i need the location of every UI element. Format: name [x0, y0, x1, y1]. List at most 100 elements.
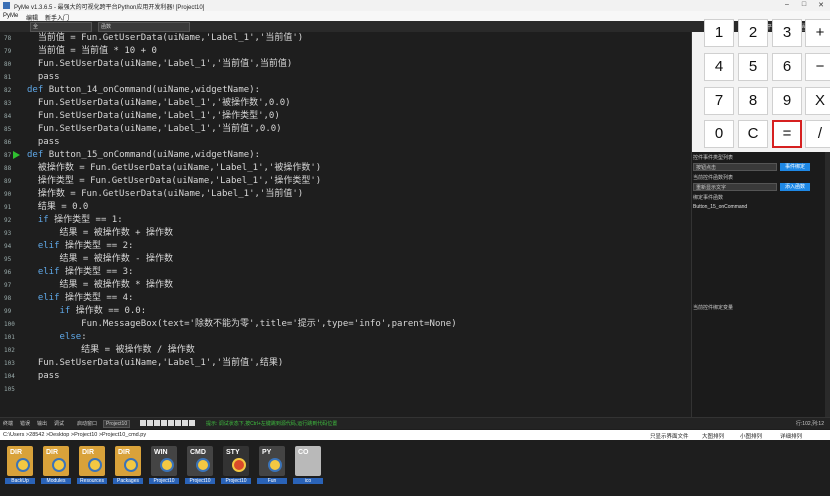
file-item[interactable]: DIR Resources: [77, 444, 107, 486]
event-type-select[interactable]: 按钮点击: [693, 163, 777, 171]
line-number: 98: [4, 295, 12, 302]
code-line[interactable]: pass: [27, 370, 60, 383]
minimize-button[interactable]: –: [780, 1, 794, 9]
code-line[interactable]: 操作数 = Fun.GetUserData(uiName,'Label_1','…: [27, 188, 303, 201]
code-line[interactable]: pass: [27, 71, 60, 84]
code-text: :: [81, 332, 87, 342]
code-line[interactable]: Fun.SetUserData(uiName,'Label_1','当前值',0…: [27, 123, 282, 136]
code-line[interactable]: if 操作类型 == 1:: [27, 214, 123, 227]
code-text: Fun.SetUserData(uiName,'Label_1','当前值',结…: [27, 358, 284, 368]
view-details[interactable]: 详细排列: [780, 432, 802, 440]
debug-start-icon[interactable]: [140, 420, 146, 426]
function-select-value: 函数: [101, 24, 112, 30]
step-over-icon[interactable]: [161, 420, 167, 426]
target-select[interactable]: Project10: [103, 420, 131, 428]
calc-key-7[interactable]: −: [805, 53, 830, 81]
code-line[interactable]: elif 操作类型 == 2:: [27, 240, 134, 253]
step-into-icon[interactable]: [168, 420, 174, 426]
code-line[interactable]: 当前值 = 当前值 * 10 + 0: [27, 45, 157, 58]
calc-key-13[interactable]: C: [738, 120, 768, 148]
file-item[interactable]: STY Project10: [221, 444, 251, 486]
code-editor[interactable]: 当前值 = Fun.GetUserData(uiName,'Label_1','…: [27, 32, 691, 417]
line-number: 83: [4, 100, 12, 107]
clear-icon[interactable]: [189, 420, 195, 426]
code-line[interactable]: 结果 = 0.0: [27, 201, 89, 214]
code-line[interactable]: 当前值 = Fun.GetUserData(uiName,'Label_1','…: [27, 32, 303, 45]
file-item[interactable]: DIR BackUp: [5, 444, 35, 486]
calc-key-2[interactable]: 3: [772, 19, 802, 47]
file-emblem-icon: [268, 458, 282, 472]
func-select[interactable]: 重新显示文字: [693, 183, 777, 191]
function-select[interactable]: 函数: [98, 22, 190, 32]
code-keyword: def: [27, 150, 49, 160]
code-line[interactable]: 结果 = 被操作数 + 操作数: [27, 227, 174, 240]
add-function-button[interactable]: 添入函数: [780, 183, 810, 191]
restart-icon[interactable]: [182, 420, 188, 426]
code-line[interactable]: Fun.SetUserData(uiName,'Label_1','当前值',结…: [27, 357, 284, 370]
code-line[interactable]: 结果 = 被操作数 / 操作数: [27, 344, 195, 357]
debug-stop-icon[interactable]: [154, 420, 160, 426]
code-line[interactable]: elif 操作类型 == 4:: [27, 292, 134, 305]
line-number: 99: [4, 308, 12, 315]
calc-key-4[interactable]: 4: [704, 53, 734, 81]
bound-function-item[interactable]: Button_15_onCommand: [693, 204, 747, 210]
file-item[interactable]: DIR Modules: [41, 444, 71, 486]
file-item[interactable]: WIN Project10: [149, 444, 179, 486]
calc-key-1[interactable]: 2: [738, 19, 768, 47]
code-line[interactable]: def Button_14_onCommand(uiName,widgetNam…: [27, 84, 260, 97]
run-marker-icon[interactable]: [13, 151, 20, 159]
calc-key-15[interactable]: /: [805, 120, 830, 148]
step-out-icon[interactable]: [175, 420, 181, 426]
tab-output[interactable]: 输出: [37, 420, 47, 427]
calc-key-11[interactable]: X: [805, 87, 830, 115]
scope-select[interactable]: 全: [30, 22, 92, 32]
code-line[interactable]: 结果 = 被操作数 * 操作数: [27, 279, 174, 292]
code-line[interactable]: def Button_15_onCommand(uiName,widgetNam…: [27, 149, 260, 162]
calc-key-9[interactable]: 8: [738, 87, 768, 115]
bind-event-button[interactable]: 事件绑定: [780, 163, 810, 171]
calc-key-10[interactable]: 9: [772, 87, 802, 115]
code-line[interactable]: 操作类型 = Fun.GetUserData(uiName,'Label_1',…: [27, 175, 321, 188]
code-line[interactable]: Fun.SetUserData(uiName,'Label_1','操作类型',…: [27, 110, 280, 123]
view-large-icons[interactable]: 大图排列: [702, 432, 724, 440]
file-item[interactable]: CMD Project10: [185, 444, 215, 486]
file-caption: Project10: [221, 478, 251, 484]
breadcrumb-path[interactable]: C:\Users >28542 >Desktop >Project10 >Pro…: [3, 432, 146, 438]
filter-interface-files[interactable]: 只显示界面文件: [650, 432, 689, 440]
calc-key-14[interactable]: =: [772, 120, 802, 148]
view-small-icons[interactable]: 小图排列: [740, 432, 762, 440]
code-line[interactable]: pass: [27, 136, 60, 149]
code-line[interactable]: 被操作数 = Fun.GetUserData(uiName,'Label_1',…: [27, 162, 321, 175]
file-item[interactable]: PY Fun: [257, 444, 287, 486]
code-line[interactable]: Fun.MessageBox(text='除数不能为零',title='提示',…: [27, 318, 456, 331]
calc-key-0[interactable]: 1: [704, 19, 734, 47]
code-text: 操作类型 == 3:: [64, 267, 134, 277]
debug-pause-icon[interactable]: [147, 420, 153, 426]
file-item[interactable]: CO ico: [293, 444, 323, 486]
tab-debug[interactable]: 调试: [54, 420, 64, 427]
menu-pyme[interactable]: PyMe: [3, 13, 18, 19]
code-line[interactable]: if 操作数 == 0.0:: [27, 305, 147, 318]
code-line[interactable]: Fun.SetUserData(uiName,'Label_1','当前值',当…: [27, 58, 293, 71]
code-line[interactable]: else:: [27, 331, 87, 344]
tab-errors[interactable]: 错误: [20, 420, 30, 427]
file-item[interactable]: DIR Packages: [113, 444, 143, 486]
line-number: 85: [4, 126, 12, 133]
code-text: Button_14_onCommand(uiName,widgetName):: [48, 85, 261, 95]
cursor-position: 行:102,列:12: [795, 421, 824, 427]
calc-key-3[interactable]: +: [805, 19, 830, 47]
calc-key-12[interactable]: 0: [704, 120, 734, 148]
panel-scrollbar[interactable]: [825, 152, 830, 417]
code-line[interactable]: elif 操作类型 == 3:: [27, 266, 134, 279]
maximize-button[interactable]: □: [797, 1, 811, 9]
code-line[interactable]: Fun.SetUserData(uiName,'Label_1','被操作数',…: [27, 97, 291, 110]
calc-key-6[interactable]: 6: [772, 53, 802, 81]
code-line[interactable]: 结果 = 被操作数 - 操作数: [27, 253, 174, 266]
line-number: 105: [4, 386, 15, 393]
tab-terminal[interactable]: 终端: [3, 420, 13, 427]
code-text: 操作类型 == 2:: [64, 241, 134, 251]
calc-key-8[interactable]: 7: [704, 87, 734, 115]
calc-key-5[interactable]: 5: [738, 53, 768, 81]
close-button[interactable]: ✕: [814, 1, 828, 9]
